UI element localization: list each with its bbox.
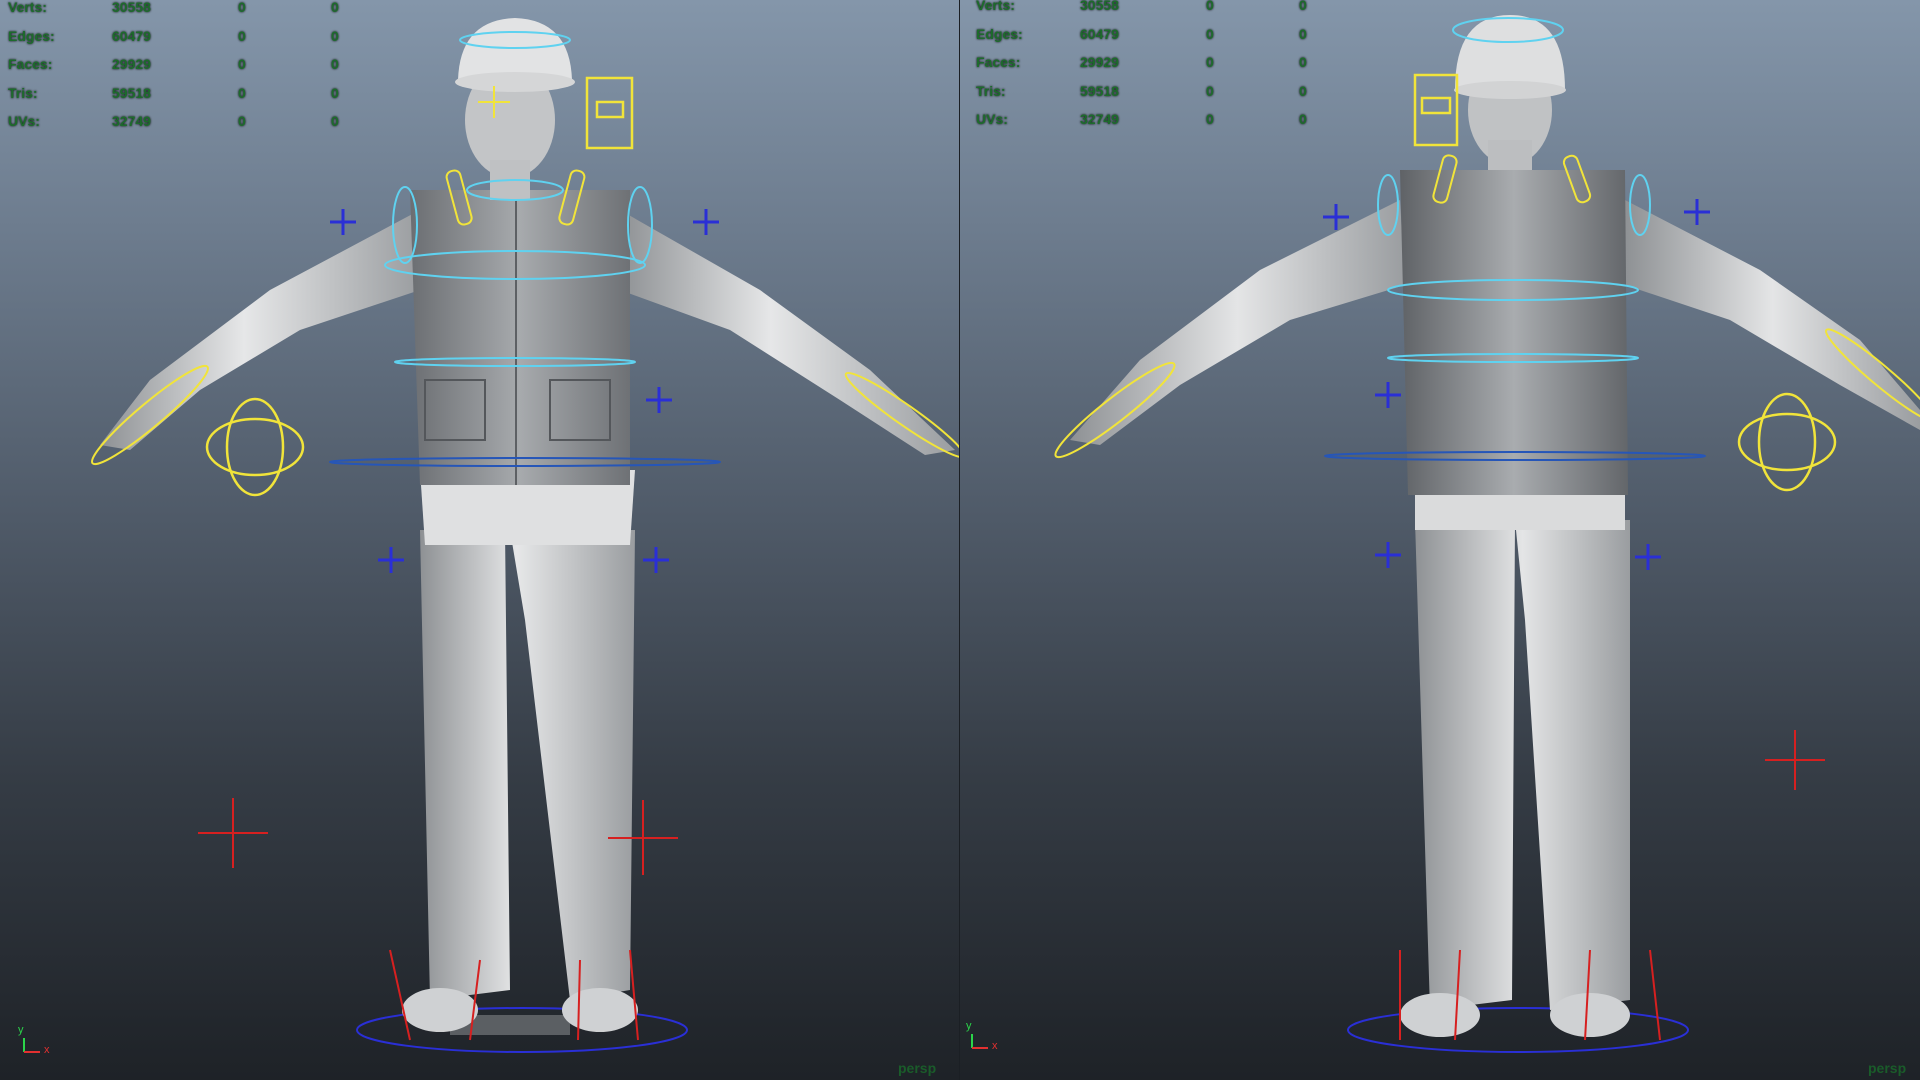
axis-x-label: x <box>992 1040 998 1052</box>
axis-lines <box>23 1038 40 1053</box>
character-legs[interactable] <box>1415 520 1630 1010</box>
foot-right[interactable] <box>562 988 638 1032</box>
pole-vector-right-control[interactable] <box>1737 392 1837 492</box>
character-arm-right[interactable] <box>620 210 955 455</box>
character-arm-right[interactable] <box>1625 200 1920 430</box>
camera-label: persp <box>1868 1060 1907 1076</box>
scene-front <box>91 18 959 1053</box>
foot-right[interactable] <box>1550 993 1630 1037</box>
character-arm-left[interactable] <box>100 210 420 450</box>
character-arm-left[interactable] <box>1070 200 1405 445</box>
viewport-row: Verts: 30558 0 0 Edges: 60479 0 0 Faces:… <box>0 0 1920 1080</box>
character-vest[interactable] <box>1400 170 1628 495</box>
axis-gizmo: y x <box>966 1016 1006 1056</box>
foot-left[interactable] <box>1400 993 1480 1037</box>
eye-aim-control[interactable] <box>585 76 634 150</box>
axis-gizmo: y x <box>18 1020 58 1060</box>
character-helmet[interactable] <box>1455 15 1565 90</box>
eye-aim-control[interactable] <box>1413 73 1459 147</box>
viewport-front[interactable]: Verts: 30558 0 0 Edges: 60479 0 0 Faces:… <box>0 0 960 1080</box>
axis-lines <box>971 1034 988 1049</box>
viewport-back[interactable]: Verts: 30558 0 0 Edges: 60479 0 0 Faces:… <box>960 0 1920 1080</box>
axis-x-label: x <box>44 1044 50 1056</box>
character-legs[interactable] <box>420 530 635 1000</box>
camera-label: persp <box>898 1060 937 1076</box>
scene-back <box>1054 15 1920 1053</box>
foot-left[interactable] <box>402 988 478 1032</box>
pole-vector-left-control[interactable] <box>205 397 305 497</box>
